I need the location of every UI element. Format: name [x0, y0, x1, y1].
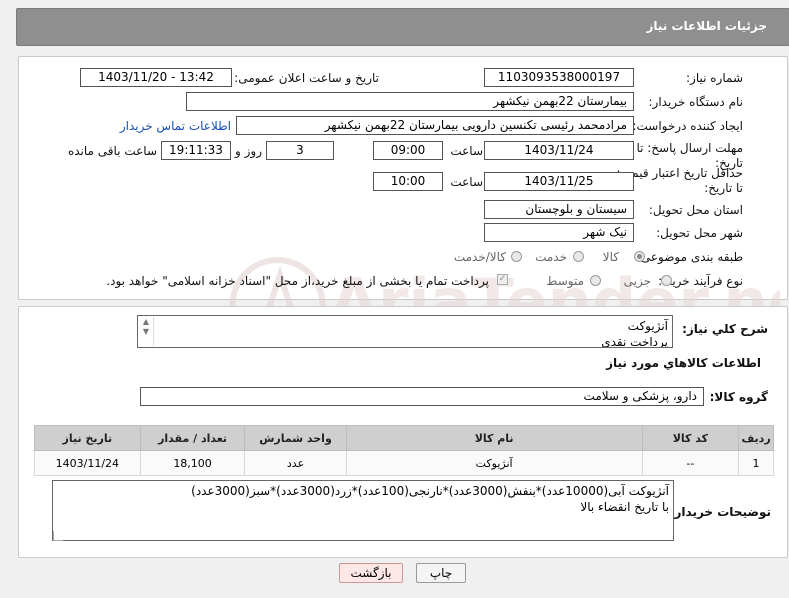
price-time-label: ساعت	[450, 175, 483, 189]
cell-unit: عدد	[244, 450, 347, 476]
contact-buyer-link[interactable]: اطلاعات تماس خریدار	[120, 119, 231, 133]
process-option-medium: متوسط	[546, 274, 584, 288]
process-radio-medium[interactable]	[590, 275, 601, 286]
summary-scrollbar[interactable]: ▲ ▼	[139, 317, 154, 346]
category-radio-service[interactable]	[573, 251, 584, 262]
goods-group-label: گروه کالا:	[709, 390, 768, 404]
city-field: نیک شهر	[484, 223, 634, 242]
summary-textarea[interactable]: آنژیوکت پرداخت نقدی	[137, 315, 673, 348]
reply-date-field: 1403/11/24	[484, 141, 634, 160]
category-label: طبقه بندی موضوعی:	[636, 250, 743, 264]
col-item-code: کد کالا	[641, 425, 740, 451]
price-time-field: 10:00	[373, 172, 443, 191]
col-need-date: تاریخ نیاز	[34, 425, 141, 451]
buyer-org-field: بیمارستان 22بهمن نیکشهر	[186, 92, 634, 111]
creator-label: ایجاد کننده درخواست:	[632, 119, 743, 133]
reply-time-label: ساعت	[450, 144, 483, 158]
city-label: شهر محل تحویل:	[656, 226, 743, 240]
goods-info-title: اطلاعات کالاهاي مورد نياز	[606, 356, 761, 370]
remaining-time-field: 19:11:33	[161, 141, 231, 160]
col-unit: واحد شمارش	[244, 425, 347, 451]
process-radio-minor[interactable]	[661, 275, 672, 286]
announce-field: 1403/11/20 - 13:42	[80, 68, 232, 87]
col-item-name: نام کالا	[345, 425, 643, 451]
province-label: استان محل تحویل:	[648, 203, 743, 217]
resize-handle-icon[interactable]	[53, 531, 63, 541]
goods-group-field: دارو، پزشکی و سلامت	[140, 387, 704, 406]
table-header-row: رديف کد کالا نام کالا واحد شمارش تعداد /…	[34, 425, 774, 451]
buyer-org-label: نام دستگاه خریدار:	[648, 95, 744, 109]
category-option-goods: کالا	[602, 250, 619, 264]
buyer-notes-textarea[interactable]: آنژیوکت آبی(10000عدد)*بنفش(3000عدد)*نارن…	[52, 480, 674, 541]
category-radio-goods[interactable]	[634, 251, 645, 262]
table-row: 1 -- آنژیوکت عدد 18,100 1403/11/24	[34, 450, 774, 476]
buyer-notes-label: توضیحات خریدار:	[669, 505, 771, 519]
reply-time-field: 09:00	[373, 141, 443, 160]
remaining-label: ساعت باقی مانده	[67, 144, 157, 158]
process-option-minor: جزیی	[623, 274, 651, 288]
treasury-checkbox[interactable]: ✓	[497, 274, 508, 285]
need-number-field: 1103093538000197	[484, 68, 634, 87]
days-label: روز و	[235, 144, 262, 158]
page-header: جزئیات اطلاعات نیاز	[16, 8, 789, 46]
category-option-goods-service: کالا/خدمت	[453, 250, 506, 264]
summary-label: شرح کلي نياز:	[682, 322, 768, 336]
col-quantity: تعداد / مقدار	[139, 425, 246, 451]
cell-quantity: 18,100	[139, 450, 246, 476]
col-row-number: رديف	[738, 425, 774, 451]
cell-item-name: آنژیوکت	[345, 450, 643, 476]
print-button[interactable]: چاپ	[416, 563, 466, 583]
creator-field: مرادمحمد رئیسی تکنسین دارویی بیمارستان 2…	[236, 116, 634, 135]
need-number-label: شماره نیاز:	[686, 71, 743, 85]
cell-row-number: 1	[738, 450, 774, 476]
category-option-service: خدمت	[535, 250, 567, 264]
page-title: جزئیات اطلاعات نیاز	[646, 19, 767, 33]
cell-item-code: --	[641, 450, 740, 476]
cell-need-date: 1403/11/24	[34, 450, 141, 476]
items-table: رديف کد کالا نام کالا واحد شمارش تعداد /…	[34, 425, 774, 476]
back-button[interactable]: بازگشت	[339, 563, 403, 583]
province-field: سیستان و بلوچستان	[484, 200, 634, 219]
price-date-field: 1403/11/25	[484, 172, 634, 191]
days-field: 3	[266, 141, 334, 160]
payment-note: پرداخت تمام یا بخشی از مبلغ خرید،از محل …	[106, 274, 489, 288]
announce-label: تاریخ و ساعت اعلان عمومی:	[234, 71, 379, 85]
category-radio-goods-service[interactable]	[511, 251, 522, 262]
